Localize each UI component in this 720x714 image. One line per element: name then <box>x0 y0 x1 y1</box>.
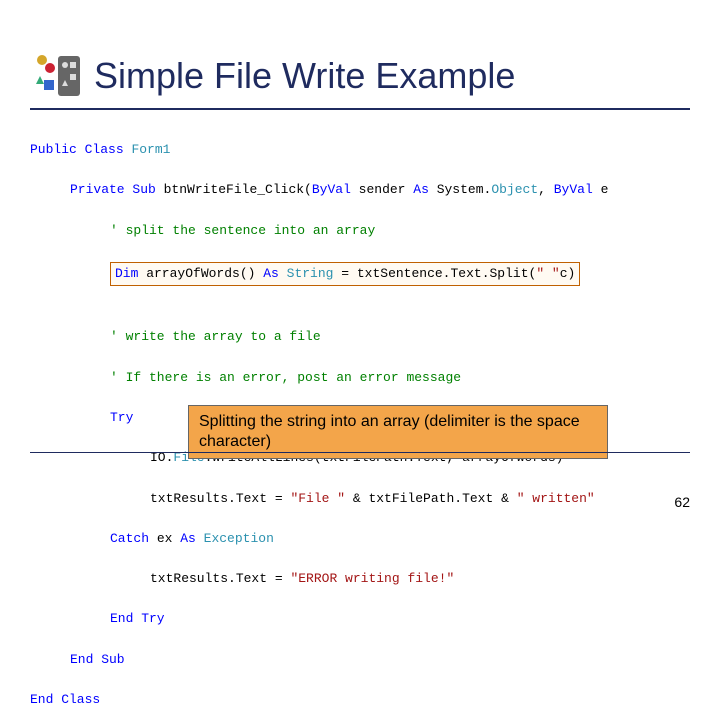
keyword: Dim <box>115 266 138 281</box>
keyword: ByVal <box>554 182 593 197</box>
code-text: , <box>538 182 554 197</box>
keyword: Catch <box>110 531 149 546</box>
keyword: Private Sub <box>70 182 156 197</box>
string: "ERROR writing file!" <box>290 571 454 586</box>
code-text: sender <box>351 182 413 197</box>
annotation-callout: Splitting the string into an array (deli… <box>188 405 608 459</box>
code-text: txtResults.Text = <box>150 491 290 506</box>
code-text: System. <box>429 182 491 197</box>
code-text: arrayOfWords() <box>138 266 263 281</box>
string: " " <box>536 266 559 281</box>
code-text: ex <box>149 531 180 546</box>
keyword: As <box>263 266 279 281</box>
divider-top <box>30 108 690 110</box>
page-title: Simple File Write Example <box>94 55 515 97</box>
code-text: txtResults.Text = <box>150 571 290 586</box>
keyword: Public Class <box>30 142 124 157</box>
header: Simple File Write Example <box>30 50 690 102</box>
keyword: ByVal <box>312 182 351 197</box>
type: Form1 <box>131 142 170 157</box>
string: "File " <box>290 491 345 506</box>
type: Object <box>491 182 538 197</box>
type: Exception <box>204 531 274 546</box>
code-text <box>196 531 204 546</box>
type: String <box>287 266 334 281</box>
code-text: btnWriteFile_Click( <box>156 182 312 197</box>
logo-icon <box>30 50 82 102</box>
highlighted-line: Dim arrayOfWords() As String = txtSenten… <box>110 262 580 286</box>
keyword: End Class <box>30 692 100 707</box>
code-text: c) <box>560 266 576 281</box>
slide: Simple File Write Example Public Class F… <box>0 0 720 540</box>
keyword: As <box>413 182 429 197</box>
comment: ' split the sentence into an array <box>110 223 375 238</box>
comment: ' write the array to a file <box>110 329 321 344</box>
divider-bottom <box>30 452 690 453</box>
keyword: End Try <box>110 611 165 626</box>
keyword: End Sub <box>70 652 125 667</box>
code-text <box>279 266 287 281</box>
code-text: & txtFilePath.Text & <box>345 491 517 506</box>
keyword: Try <box>110 410 133 425</box>
code-text: = txtSentence.Text.Split( <box>333 266 536 281</box>
keyword: As <box>180 531 196 546</box>
page-number: 62 <box>674 494 690 510</box>
code-text: e <box>593 182 609 197</box>
comment: ' If there is an error, post an error me… <box>110 370 461 385</box>
string: " written" <box>517 491 595 506</box>
